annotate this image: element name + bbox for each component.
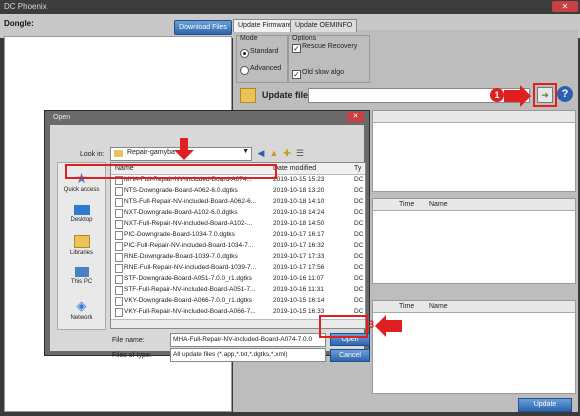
annotation-arrows xyxy=(174,85,531,337)
step-badge-2: 2 xyxy=(181,146,187,156)
step-badge-1: 1 xyxy=(490,88,504,102)
arrow-3-icon xyxy=(375,315,402,337)
arrow-1-icon xyxy=(504,85,531,107)
step-badge-3: 3 xyxy=(367,319,375,331)
